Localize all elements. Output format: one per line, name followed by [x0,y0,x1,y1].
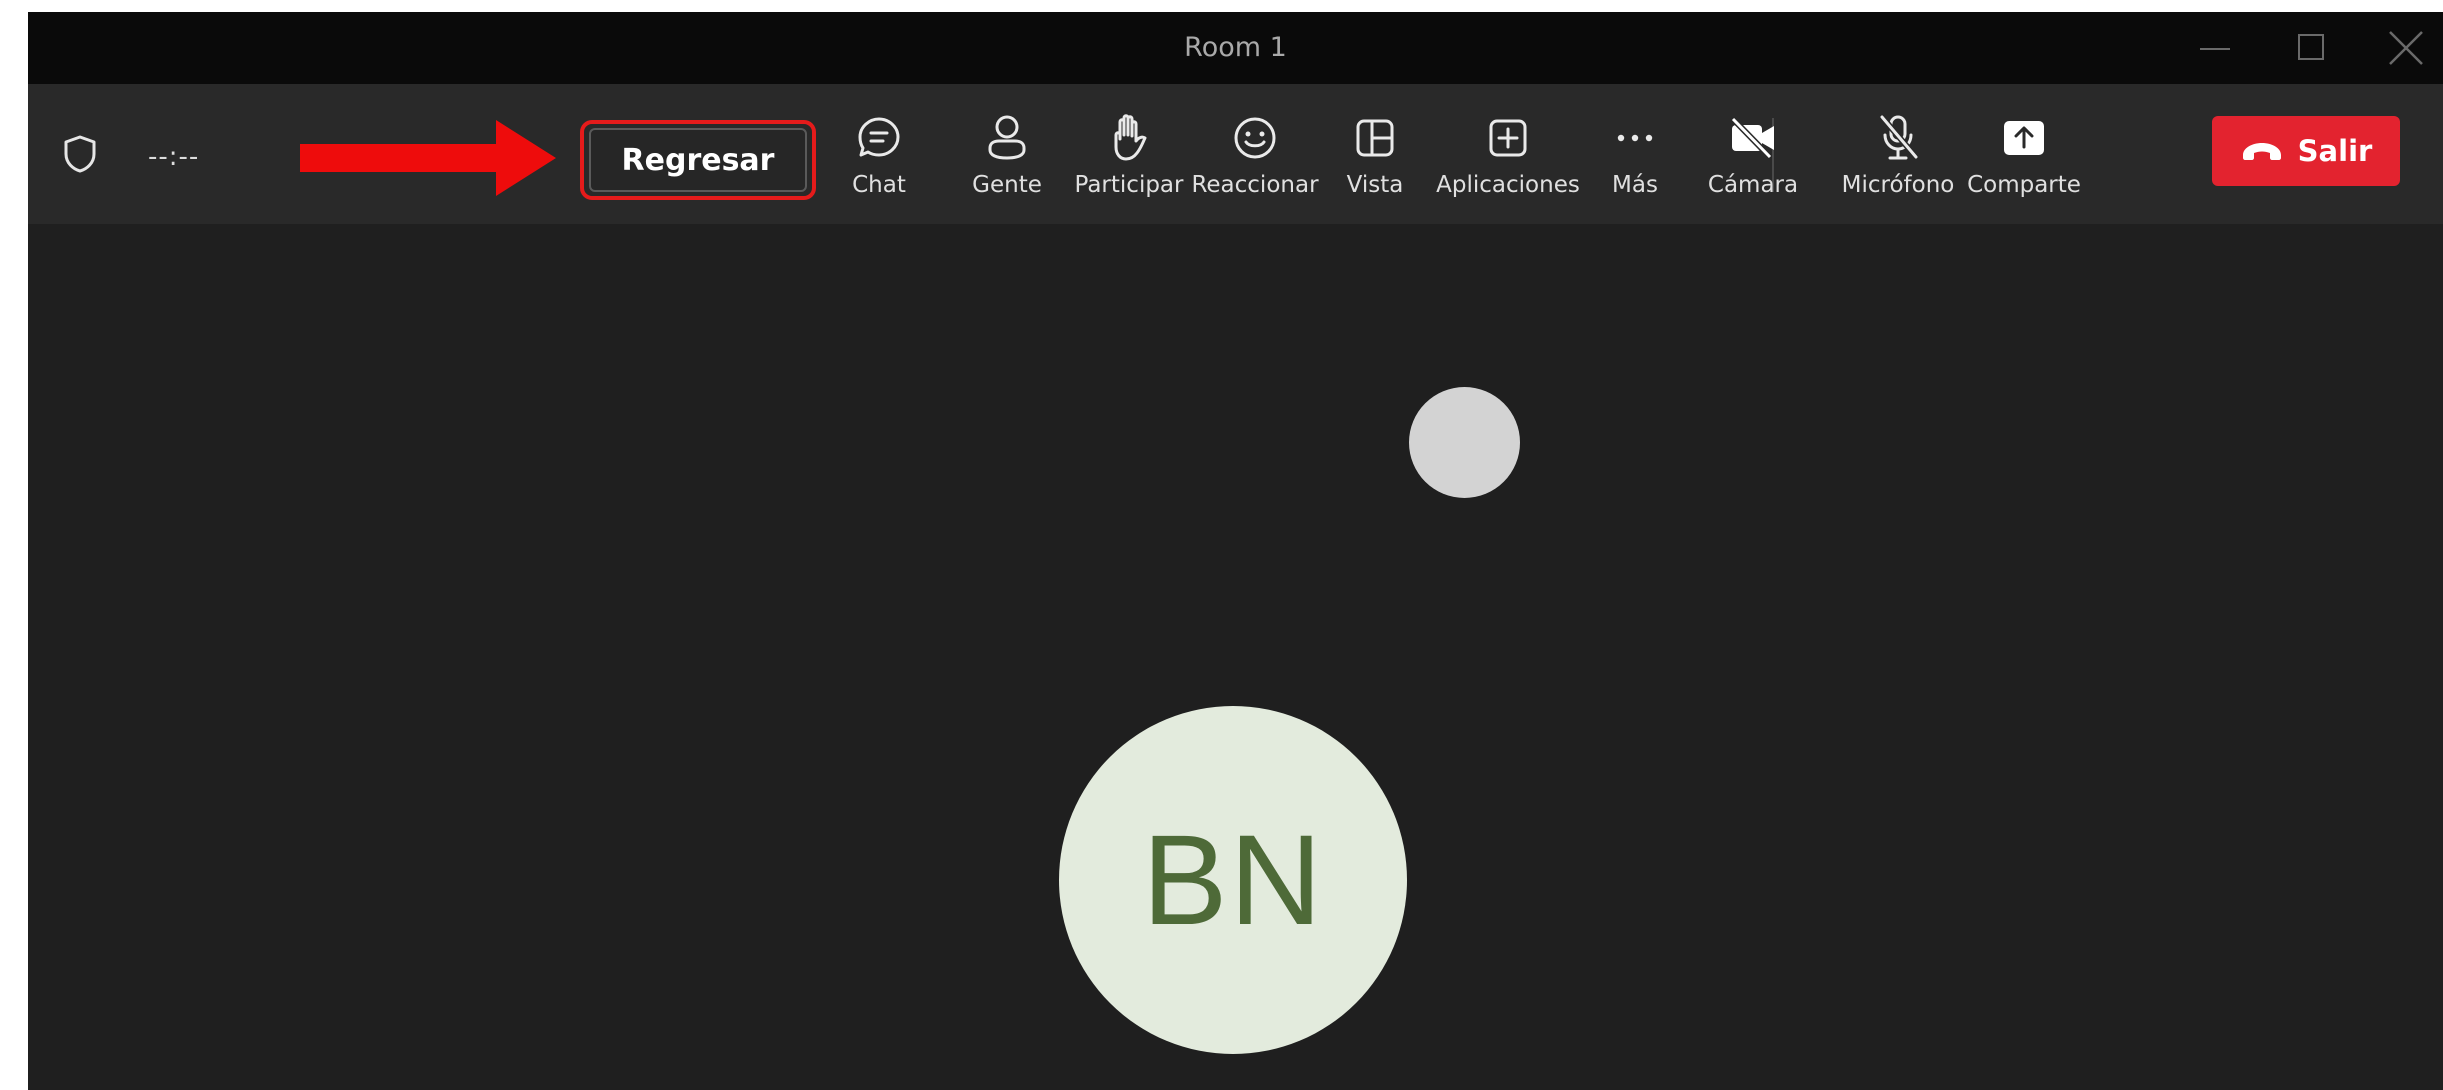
share-label: Comparte [1967,172,2081,198]
window-title: Room 1 [1184,32,1287,63]
chat-button[interactable]: Chat [809,94,949,214]
share-button[interactable]: Comparte [1954,94,2094,214]
camera-label: Cámara [1707,172,1799,198]
apps-label: Aplicaciones [1436,172,1580,198]
participant-initials: BN [1142,808,1324,952]
camera-button[interactable]: Cámara [1683,94,1823,214]
mic-off-icon [1879,115,1919,160]
view-label: Vista [1346,172,1404,198]
leave-label: Salir [2297,134,2373,168]
react-label: Reaccionar [1191,172,1319,198]
raise-hand-icon [1114,114,1147,161]
phone-hangup-icon [2242,143,2281,160]
maximize-button[interactable] [2296,12,2330,84]
minimize-icon [2200,48,2230,50]
meeting-window: Room 1 --:-- Regresar Chat Gente Partici… [28,12,2443,1090]
view-button[interactable]: Vista [1305,94,1445,214]
camera-off-icon [1730,116,1774,160]
chat-bubble-icon [858,117,900,157]
back-button-highlight[interactable]: Regresar [580,120,816,200]
smiley-icon [1234,117,1276,159]
leave-button[interactable]: Salir [2212,116,2400,186]
chat-label: Chat [852,172,906,198]
grid-view-icon [1356,119,1394,157]
ellipsis-icon [1617,134,1653,142]
participant-avatar: BN [1059,706,1407,1054]
people-button[interactable]: Gente [937,94,1077,214]
more-label: Más [1612,172,1658,198]
apps-button[interactable]: Aplicaciones [1428,94,1588,214]
shield-icon[interactable] [62,134,98,174]
close-icon [2389,31,2423,65]
title-bar: Room 1 [28,12,2443,84]
people-label: Gente [972,172,1042,198]
self-view-avatar[interactable] [1409,387,1520,498]
meeting-timer: --:-- [148,142,200,172]
red-arrow-icon [300,120,556,196]
video-stage: BN [28,224,2443,1090]
raise-hand-label: Participar [1074,172,1184,198]
person-icon [988,115,1026,160]
react-button[interactable]: Reaccionar [1185,94,1325,214]
minimize-button[interactable] [2200,12,2232,84]
meeting-toolbar: --:-- Regresar Chat Gente Participar Rea… [28,84,2443,224]
share-screen-icon [2004,121,2044,155]
raise-hand-button[interactable]: Participar [1059,94,1199,214]
add-app-icon [1489,119,1527,157]
close-button[interactable] [2386,12,2426,84]
microphone-label: Micrófono [1841,172,1955,198]
back-button[interactable]: Regresar [589,128,807,192]
maximize-icon [2298,34,2324,60]
